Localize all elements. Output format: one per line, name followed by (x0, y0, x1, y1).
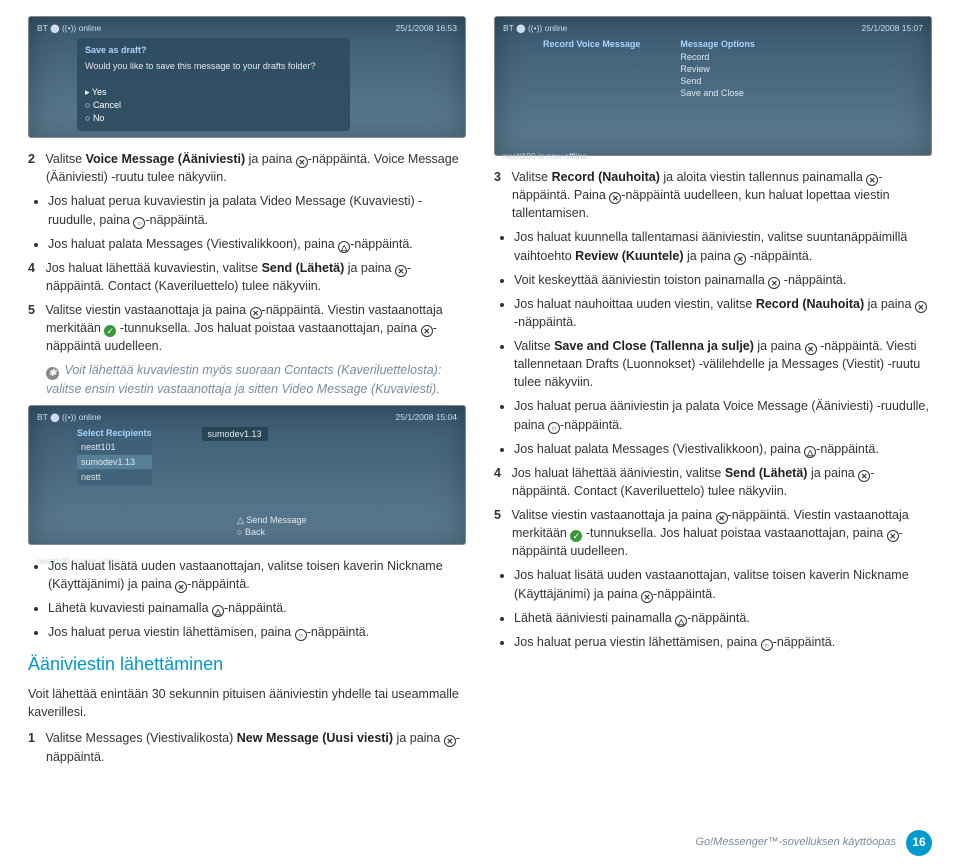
bullet-cancel-voice: Jos haluat perua ääniviestin ja palata V… (514, 397, 932, 433)
bullet-add-recipient-r: Jos haluat lisätä uuden vastaanottajan, … (514, 566, 932, 602)
dialog-title: Save as draft? (85, 44, 342, 56)
scr2-footnote: nestt100 is now offline (503, 151, 923, 162)
recipient-row[interactable]: sumodev1.13 (77, 455, 152, 469)
opt-record[interactable]: Record (680, 51, 755, 63)
scr1-tl: BT ⬤ ((•)) online (37, 23, 101, 34)
recipient-tag: sumodev1.13 (202, 427, 268, 441)
record-title: Record Voice Message (543, 38, 640, 50)
x-icon: ✕ (444, 735, 456, 747)
bullet-stop-play: Voit keskeyttää ääniviestin toiston pain… (514, 271, 932, 289)
star-icon: ✱ (46, 367, 59, 380)
triangle-icon: △ (675, 615, 687, 627)
recipient-row[interactable]: nestt101 (77, 440, 152, 454)
triangle-icon: △ (804, 446, 816, 458)
bullet-send-video: Lähetä kuvaviesti painamalla △-näppäintä… (48, 599, 466, 617)
x-icon: ✕ (805, 343, 817, 355)
bullet-cancel-send-r: Jos haluat perua viestin lähettämisen, p… (514, 633, 932, 651)
check-icon: ✓ (570, 530, 582, 542)
bullet-back-msgs: Jos haluat palata Messages (Viestivalikk… (514, 440, 932, 458)
draft-dialog: Save as draft? Would you like to save th… (77, 38, 350, 131)
back-btn[interactable]: ○ Back (237, 526, 457, 538)
send-message-btn[interactable]: △ Send Message (237, 514, 457, 526)
check-icon: ✓ (104, 325, 116, 337)
x-icon: ✕ (734, 253, 746, 265)
heading-voice-send: Ääniviestin lähettäminen (28, 651, 466, 677)
circle-icon: ○ (548, 422, 560, 434)
bullets-a: Jos haluat perua kuvaviestin ja palata V… (28, 192, 466, 252)
bullets-b: Jos haluat lisätä uuden vastaanottajan, … (28, 557, 466, 642)
step-3-record: 3 Valitse Record (Nauhoita) ja aloita vi… (512, 168, 932, 222)
page-number: 16 (906, 830, 932, 856)
voice-lead: Voit lähettää enintään 30 sekunnin pitui… (28, 685, 466, 721)
x-icon: ✕ (641, 591, 653, 603)
screenshot-record-voice: BT ⬤ ((•)) online 25/1/2008 15:07 Record… (494, 16, 932, 156)
bullet-save-close: Valitse Save and Close (Tallenna ja sulj… (514, 337, 932, 391)
step-4-send: 4 Jos haluat lähettää kuvaviestin, valit… (46, 259, 466, 295)
scr3-tl: BT ⬤ ((•)) online (37, 412, 101, 423)
step-1-new-msg: 1 Valitse Messages (Viestivalikosta) New… (46, 729, 466, 765)
scr1-tr: 25/1/2008 16:53 (396, 23, 457, 34)
recipients-header: Select Recipients (77, 427, 152, 439)
opt-no[interactable]: ○ No (85, 112, 342, 124)
bullets-d: Jos haluat lisätä uuden vastaanottajan, … (494, 566, 932, 651)
x-icon: ✕ (296, 156, 308, 168)
x-icon: ✕ (609, 192, 621, 204)
opt-review[interactable]: Review (680, 63, 755, 75)
bullet-back-messages: Jos haluat palata Messages (Viestivalikk… (48, 235, 466, 253)
scr2-tl: BT ⬤ ((•)) online (503, 23, 567, 34)
bullet-cancel-video: Jos haluat perua kuvaviestin ja palata V… (48, 192, 466, 228)
x-icon: ✕ (866, 174, 878, 186)
triangle-icon: △ (212, 605, 224, 617)
x-icon: ✕ (716, 512, 728, 524)
bullets-c: Jos haluat kuunnella tallentamasi äänivi… (494, 228, 932, 457)
step-5r-select: 5 Valitse viestin vastaanottaja ja paina… (512, 506, 932, 560)
opt-cancel[interactable]: ○ Cancel (85, 99, 342, 111)
screenshot-recipients: BT ⬤ ((•)) online 25/1/2008 15:04 Select… (28, 405, 466, 545)
circle-icon: ○ (295, 629, 307, 641)
page-footer: Go!Messenger™-sovelluksen käyttöopas 16 (695, 830, 932, 856)
recipient-row[interactable]: nestt (77, 470, 152, 484)
x-icon: ✕ (768, 277, 780, 289)
x-icon: ✕ (395, 265, 407, 277)
x-icon: ✕ (175, 581, 187, 593)
scr3-tr: 25/1/2008 15:04 (396, 412, 457, 423)
x-icon: ✕ (915, 301, 927, 313)
opt-send[interactable]: Send (680, 75, 755, 87)
screenshot-save-draft: BT ⬤ ((•)) online 25/1/2008 16:53 Save a… (28, 16, 466, 138)
x-icon: ✕ (421, 325, 433, 337)
triangle-icon: △ (338, 241, 350, 253)
bullet-add-recipient: Jos haluat lisätä uuden vastaanottajan, … (48, 557, 466, 593)
dialog-text: Would you like to save this message to y… (85, 60, 342, 72)
options-title: Message Options (680, 38, 755, 50)
right-column: BT ⬤ ((•)) online 25/1/2008 15:07 Record… (494, 10, 932, 772)
opt-save-close[interactable]: Save and Close (680, 87, 755, 99)
bullet-cancel-send: Jos haluat perua viestin lähettämisen, p… (48, 623, 466, 641)
note-direct-send: ✱ Voit lähettää kuvaviestin myös suoraan… (46, 361, 466, 398)
step-2-voice: 2 Valitse Voice Message (Ääniviesti) ja … (46, 150, 466, 186)
circle-icon: ○ (761, 639, 773, 651)
circle-icon: ○ (133, 217, 145, 229)
page-columns: BT ⬤ ((•)) online 25/1/2008 16:53 Save a… (0, 0, 960, 772)
x-icon: ✕ (858, 470, 870, 482)
scr2-tr: 25/1/2008 15:07 (862, 23, 923, 34)
x-icon: ✕ (887, 530, 899, 542)
footer-text: Go!Messenger™-sovelluksen käyttöopas (695, 835, 896, 851)
x-icon: ✕ (250, 307, 262, 319)
bullet-rerecord: Jos haluat nauhoittaa uuden viestin, val… (514, 295, 932, 331)
step-5-select: 5 Valitse viestin vastaanottaja ja paina… (46, 301, 466, 355)
bullet-review: Jos haluat kuunnella tallentamasi äänivi… (514, 228, 932, 264)
bullet-send-voice: Lähetä ääniviesti painamalla △-näppäintä… (514, 609, 932, 627)
left-column: BT ⬤ ((•)) online 25/1/2008 16:53 Save a… (28, 10, 466, 772)
opt-yes[interactable]: ▸ Yes (85, 86, 342, 98)
step-4r-send: 4 Jos haluat lähettää ääniviestin, valit… (512, 464, 932, 500)
